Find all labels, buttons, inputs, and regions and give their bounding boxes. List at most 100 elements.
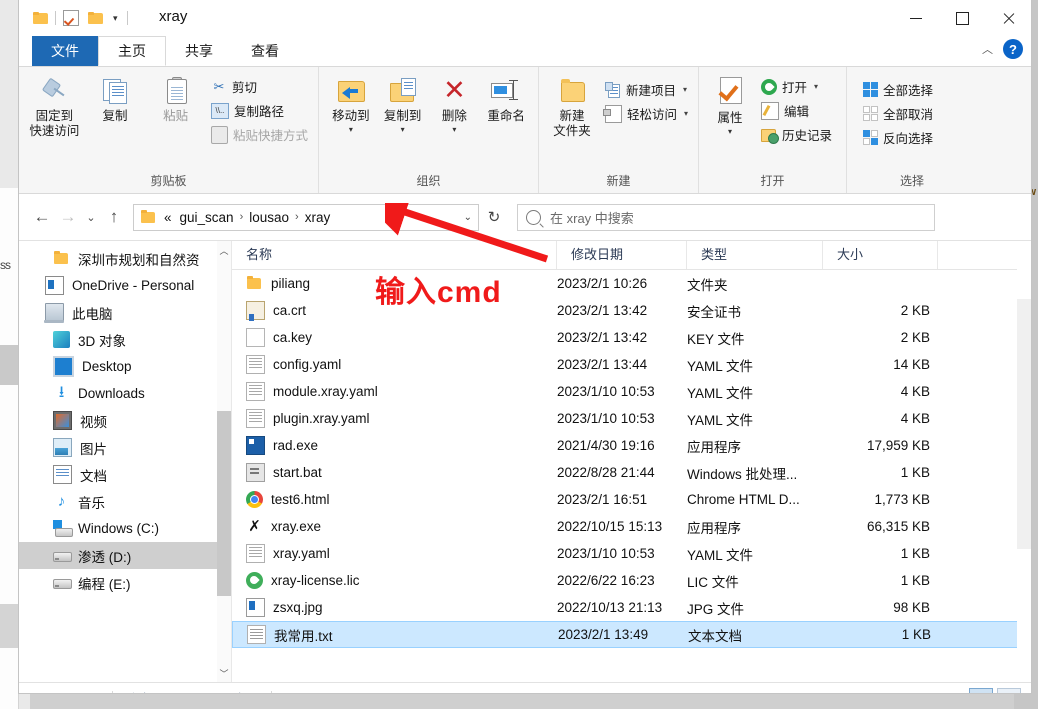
sidebar-item-pictures[interactable]: 图片 [19,434,231,461]
copy-path-button[interactable]: \\.. 复制路径 [207,100,312,121]
copy-to-icon [388,76,418,106]
scrollbar-thumb[interactable] [1017,299,1031,549]
file-list-scrollbar[interactable] [1017,269,1031,682]
help-icon[interactable]: ? [1003,39,1023,59]
chevron-down-icon[interactable]: ▾ [401,126,405,134]
rename-button[interactable]: 重命名 [480,73,532,127]
copy-button[interactable]: 复制 [86,73,145,127]
invert-selection-button[interactable]: 反向选择 [859,127,937,148]
forward-button[interactable]: → [55,204,81,230]
sidebar-item-windows-c[interactable]: Windows (C:) [19,515,231,542]
sidebar-item-drive-e[interactable]: 编程 (E:) [19,569,231,596]
easy-access-button[interactable]: 轻松访问 ▾ [601,103,692,124]
select-all-button[interactable]: 全部选择 [859,79,937,100]
breadcrumb[interactable]: « gui_scan › lousao › xray ⌄ [133,203,479,231]
table-row[interactable]: plugin.xray.yaml 2023/1/10 10:53 YAML 文件 4 … [232,405,1031,432]
refresh-button[interactable]: ↻ [479,204,509,230]
table-row[interactable]: xray.yaml 2023/1/10 10:53 YAML 文件 1 KB [232,540,1031,567]
delete-button[interactable]: ✕ 删除 ▾ [429,73,481,136]
scroll-down-icon[interactable]: ﹀ [217,664,231,682]
up-button[interactable]: ↑ [101,204,127,230]
scrollbar-thumb[interactable] [217,411,231,596]
history-button[interactable]: 历史记录 [757,124,836,145]
chevron-down-icon[interactable]: ▾ [684,109,688,118]
column-header-date[interactable]: 修改日期 [557,241,687,269]
breadcrumb-item-lousao[interactable]: lousao [248,210,290,225]
collapse-ribbon-icon[interactable]: ︿ [982,41,993,57]
move-to-button[interactable]: 移动到 ▾ [325,73,377,136]
chevron-down-icon[interactable]: ▾ [110,13,121,24]
sidebar-item-this-pc[interactable]: 此电脑 [19,299,231,326]
pin-to-quick-access-button[interactable]: 固定到 快速访问 [25,73,84,142]
table-row-selected[interactable]: 我常用.txt 2023/2/1 13:49 文本文档 1 KB [232,621,1031,648]
edit-label: 编辑 [784,105,810,119]
table-row[interactable]: xray-license.lic 2022/6/22 16:23 LIC 文件 1 K… [232,567,1031,594]
large-icons-view-button[interactable] [997,688,1021,693]
chevron-right-icon[interactable]: › [235,211,249,223]
close-button[interactable] [985,0,1031,36]
tab-share[interactable]: 共享 [166,36,232,66]
back-button[interactable]: ← [29,204,55,230]
tab-home[interactable]: 主页 [98,36,166,66]
recent-locations-button[interactable]: ⌄ [81,204,101,230]
table-row[interactable]: test6.html 2023/2/1 16:51 Chrome HTML D...… [232,486,1031,513]
maximize-button[interactable] [939,0,985,36]
search-input[interactable]: 在 xray 中搜索 [550,208,634,227]
sidebar-item-videos[interactable]: 视频 [19,407,231,434]
table-row[interactable]: ca.crt 2023/2/1 13:42 安全证书 2 KB [232,297,1031,324]
table-row[interactable]: config.yaml 2023/2/1 13:44 YAML 文件 14 KB [232,351,1031,378]
search-box[interactable]: 在 xray 中搜索 [517,203,935,231]
chevron-down-icon[interactable]: ▾ [349,126,353,134]
scroll-up-icon[interactable]: ︿ [217,241,231,259]
table-row[interactable]: piliang 2023/2/1 10:26 文件夹 [232,270,1031,297]
navigation-scrollbar[interactable]: ︿ ﹀ [217,241,231,682]
column-header-type[interactable]: 类型 [687,241,823,269]
qat-divider-2 [126,11,128,25]
properties-button[interactable]: 属性 ▾ [705,73,755,138]
chevron-down-icon[interactable]: ▾ [452,126,456,134]
chevron-down-icon[interactable]: ▾ [814,82,818,91]
breadcrumb-item-gui-scan[interactable]: gui_scan [179,210,235,225]
new-folder-qat-icon[interactable] [86,9,104,27]
sidebar-item-drive-d[interactable]: 渗透 (D:) [19,542,231,569]
chevron-right-icon[interactable]: › [290,211,304,223]
breadcrumb-item-xray[interactable]: xray [304,210,332,225]
minimize-button[interactable] [893,0,939,36]
file-type: 文件夹 [687,277,728,293]
sidebar-item-3d-objects[interactable]: 3D 对象 [19,326,231,353]
chevron-down-icon[interactable]: ▾ [683,85,687,94]
breadcrumb-overflow[interactable]: « [163,210,173,225]
tab-file[interactable]: 文件 [32,36,98,66]
copy-to-button[interactable]: 复制到 ▾ [377,73,429,136]
table-row[interactable]: module.xray.yaml 2023/1/10 10:53 YAML 文件 4 … [232,378,1031,405]
column-header-size[interactable]: 大小 [823,241,938,269]
breadcrumb-dropdown-icon[interactable]: ⌄ [458,212,472,223]
chevron-down-icon[interactable]: ▾ [728,128,732,136]
table-row[interactable]: rad.exe 2021/4/30 19:16 应用程序 17,959 KB [232,432,1031,459]
new-folder-button[interactable]: 新建 文件夹 [545,73,599,142]
cut-button[interactable]: ✂ 剪切 [207,76,312,97]
open-button[interactable]: 打开 ▾ [757,76,836,97]
details-view-button[interactable] [969,688,993,693]
sidebar-item-documents[interactable]: 文档 [19,461,231,488]
new-item-button[interactable]: 新建项目 ▾ [601,79,692,100]
paste-shortcut-button[interactable]: 粘贴快捷方式 [207,124,312,145]
table-row[interactable]: zsxq.jpg 2022/10/13 21:13 JPG 文件 98 KB [232,594,1031,621]
select-all-icon [863,82,878,97]
column-header-name[interactable]: 名称 [232,241,557,269]
properties-checkbox-icon[interactable] [62,9,80,27]
paste-button[interactable]: 粘贴 [146,73,205,127]
sidebar-item-onedrive[interactable]: OneDrive - Personal [19,272,231,299]
sidebar-item-music[interactable]: ♪ 音乐 [19,488,231,515]
edit-button[interactable]: 编辑 [757,100,836,121]
address-bar: ← → ⌄ ↑ « gui_scan › lousao › xray ⌄ ↻ 在… [19,194,1031,240]
select-none-button[interactable]: 全部取消 [859,103,937,124]
explorer-folder-icon[interactable] [31,9,49,27]
table-row[interactable]: ca.key 2023/2/1 13:42 KEY 文件 2 KB [232,324,1031,351]
table-row[interactable]: start.bat 2022/8/28 21:44 Windows 批处理... 1 … [232,459,1031,486]
sidebar-item-shenzhen[interactable]: 深圳市规划和自然资 [19,245,231,272]
sidebar-item-downloads[interactable]: ⭳ Downloads [19,380,231,407]
sidebar-item-desktop[interactable]: Desktop [19,353,231,380]
table-row[interactable]: ✗ xray.exe 2022/10/15 15:13 应用程序 66,315 KB [232,513,1031,540]
tab-view[interactable]: 查看 [232,36,298,66]
